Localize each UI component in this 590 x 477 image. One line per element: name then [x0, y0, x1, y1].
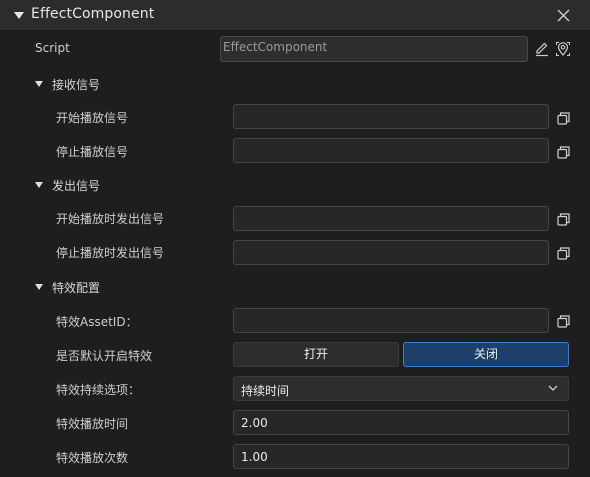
effect-asset-id-input[interactable] [233, 308, 549, 333]
section-title: 特效配置 [52, 281, 101, 295]
section-title: 接收信号 [52, 78, 101, 92]
component-header: EffectComponent [0, 0, 590, 31]
start-signal-input[interactable] [233, 104, 549, 129]
play-time-label: 特效播放时间 [56, 417, 129, 431]
chevron-down-icon [548, 385, 558, 391]
script-label: Script [35, 41, 70, 55]
close-icon[interactable] [556, 8, 571, 23]
start-emit-input[interactable] [233, 206, 549, 231]
expand-triangle-icon[interactable] [35, 284, 43, 290]
script-value: EffectComponent [223, 40, 328, 54]
default-enable-label: 是否默认开启特效 [56, 349, 153, 363]
start-emit-label: 开始播放时发出信号 [56, 212, 165, 226]
component-title: EffectComponent [31, 6, 155, 22]
pencil-icon[interactable] [534, 41, 550, 57]
duration-option-label: 特效持续选项： [56, 383, 141, 397]
section-effect-config[interactable]: 特效配置 [35, 279, 101, 296]
open-button[interactable]: 打开 [233, 342, 399, 367]
play-count-value: 1.00 [241, 450, 268, 464]
play-count-label: 特效播放次数 [56, 451, 129, 465]
duration-option-value: 持续时间 [241, 384, 290, 398]
script-field[interactable]: EffectComponent [220, 36, 528, 62]
section-receive-signal[interactable]: 接收信号 [35, 76, 101, 93]
section-emit-signal[interactable]: 发出信号 [35, 177, 101, 194]
effect-asset-id-label: 特效AssetID： [56, 315, 138, 329]
play-count-input[interactable]: 1.00 [233, 444, 569, 469]
stop-signal-input[interactable] [233, 138, 549, 163]
start-signal-label: 开始播放信号 [56, 111, 129, 125]
collapse-triangle-icon[interactable] [14, 12, 24, 19]
copy-icon[interactable] [557, 315, 570, 328]
section-title: 发出信号 [52, 179, 101, 193]
copy-icon[interactable] [557, 146, 570, 159]
properties-panel: Script EffectComponent 接收信号 开始播放信号 停止播放信… [0, 31, 590, 477]
play-time-input[interactable]: 2.00 [233, 410, 569, 435]
expand-triangle-icon[interactable] [35, 81, 43, 87]
copy-icon[interactable] [557, 112, 570, 125]
locate-icon[interactable] [555, 41, 571, 57]
scrollbar[interactable] [579, 31, 590, 477]
expand-triangle-icon[interactable] [35, 182, 43, 188]
copy-icon[interactable] [557, 213, 570, 226]
duration-option-dropdown[interactable]: 持续时间 [233, 376, 569, 401]
stop-emit-label: 停止播放时发出信号 [56, 246, 165, 260]
close-button[interactable]: 关闭 [403, 342, 569, 367]
copy-icon[interactable] [557, 247, 570, 260]
play-time-value: 2.00 [241, 416, 268, 430]
stop-signal-label: 停止播放信号 [56, 145, 129, 159]
stop-emit-input[interactable] [233, 240, 549, 265]
